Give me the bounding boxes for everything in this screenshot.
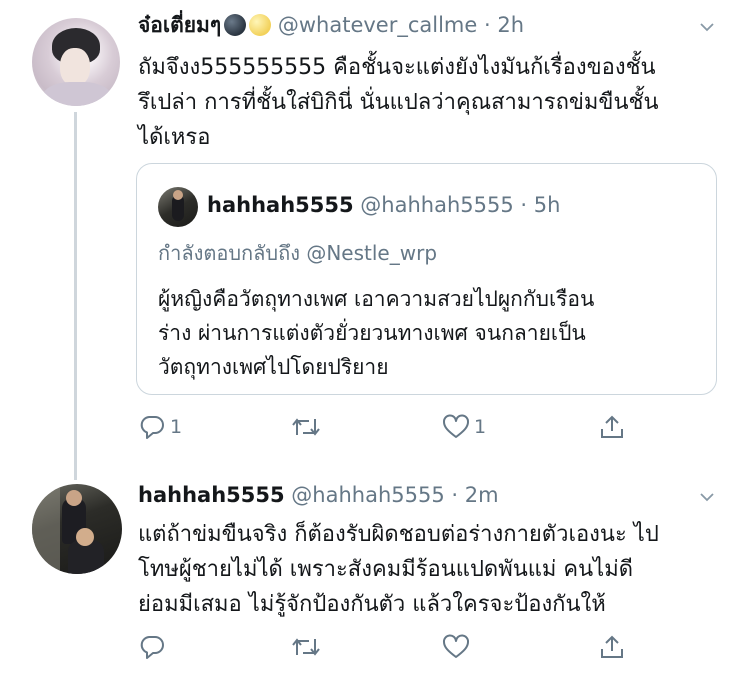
avatar-background (32, 484, 60, 574)
separator-dot: · (484, 13, 491, 37)
tweet-header: จ๋อเตี่ยมๆ @whatever_callme · 2h (138, 10, 524, 40)
tweet-text-line: ถัมจึงง555555555 คือชั้นจะแต่งยังไงมันก้… (138, 55, 656, 80)
avatar[interactable] (32, 484, 122, 574)
reply-button[interactable] (138, 633, 170, 661)
chevron-down-icon[interactable] (700, 490, 714, 504)
avatar-head (173, 190, 183, 200)
quoted-text-line: วัตถุทางเพศไปโดยปริยาย (158, 355, 389, 379)
display-name[interactable]: จ๋อเตี่ยมๆ (138, 13, 221, 37)
quoted-display-name: hahhah5555 (207, 193, 354, 217)
avatar-head (66, 490, 82, 506)
tweet-text-line: รึเปล่า การที่ชั้นใส่บิกินี่ นั่นแปลว่าค… (138, 90, 659, 115)
timestamp[interactable]: 2h (497, 13, 524, 37)
tweet-text-line: โทษผู้ชายไม่ได้ เพราะสังคมมีร้อนแปดพันแม… (138, 557, 634, 582)
like-button[interactable]: 1 (442, 413, 486, 441)
handle[interactable]: @whatever_callme (278, 13, 477, 37)
retweet-button[interactable] (290, 633, 326, 661)
reply-icon (140, 416, 164, 439)
quoted-handle: @hahhah5555 (360, 193, 514, 217)
like-button[interactable] (442, 633, 474, 661)
heart-icon (443, 634, 469, 658)
tweet-text-line: ได้เหรอ (138, 125, 211, 150)
new-moon-face-emoji (224, 14, 247, 36)
avatar[interactable] (32, 18, 120, 106)
share-icon (601, 635, 623, 658)
share-button[interactable] (598, 633, 626, 661)
timestamp[interactable]: 2m (465, 483, 499, 507)
reply-button[interactable]: 1 (138, 413, 182, 441)
separator-dot: · (451, 483, 459, 507)
replying-to: กำลังตอบกลับถึง @Nestle_wrp (158, 241, 438, 265)
handle[interactable]: @hahhah5555 (291, 483, 444, 507)
separator-dot: · (520, 193, 528, 217)
chevron-down-icon[interactable] (700, 20, 714, 34)
thread-line (74, 112, 77, 480)
retweet-icon (292, 418, 320, 436)
avatar-face (60, 48, 90, 86)
like-count: 1 (474, 416, 487, 438)
quoted-text: ผู้หญิงคือวัตถุทางเพศ เอาความสวยไปผูกกับ… (158, 282, 594, 384)
quoted-text-line: ร่าง ผ่านการแต่งตัวยั่วยวนทางเพศ จนกลายเ… (158, 321, 586, 345)
tweet-text-line: ย่อมมีเสมอ ไม่รู้จักป้องกันตัว แล้วใครจะ… (138, 592, 606, 617)
display-name[interactable]: hahhah5555 (138, 483, 285, 507)
reply-icon (140, 636, 164, 659)
quoted-text-line: ผู้หญิงคือวัตถุทางเพศ เอาความสวยไปผูกกับ… (158, 287, 595, 311)
tweet-text: ถัมจึงง555555555 คือชั้นจะแต่งยังไงมันก้… (138, 50, 658, 155)
tweet-text: แต่ถ้าข่มขืนจริง ก็ต้องรับผิดชอบต่อร่างก… (138, 517, 659, 622)
heart-icon (443, 414, 469, 438)
retweet-icon (292, 638, 320, 656)
avatar-body (42, 82, 112, 106)
quoted-timestamp: 5h (533, 193, 561, 217)
quoted-header: hahhah5555 @hahhah5555 · 5h (207, 190, 560, 220)
retweet-button[interactable] (290, 413, 326, 441)
full-moon-face-emoji (249, 14, 272, 36)
tweet-header: hahhah5555 @hahhah5555 · 2m (138, 480, 499, 510)
avatar-head (76, 528, 94, 546)
share-button[interactable] (598, 413, 626, 441)
quoted-avatar[interactable] (158, 187, 198, 227)
share-icon (601, 415, 623, 438)
tweet-text-line: แต่ถ้าข่มขืนจริง ก็ต้องรับผิดชอบต่อร่างก… (138, 522, 659, 547)
reply-count: 1 (170, 416, 183, 438)
